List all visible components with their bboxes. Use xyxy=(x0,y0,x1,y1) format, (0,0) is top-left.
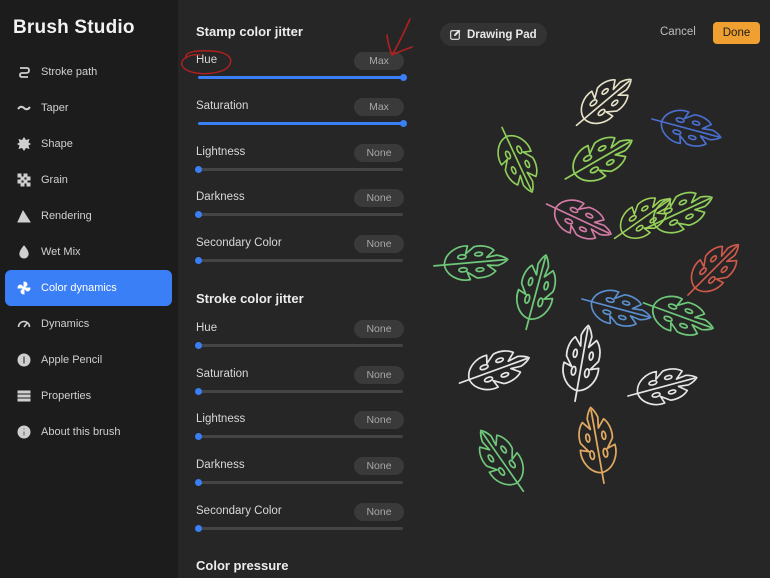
stroke-hue-value[interactable]: None xyxy=(354,320,404,338)
sidebar-item-label: Shape xyxy=(41,138,73,150)
stroke-hue-label: Hue xyxy=(196,322,218,334)
wet-mix-icon xyxy=(17,245,31,259)
drawing-pad-button[interactable]: Drawing Pad xyxy=(440,23,547,46)
stroke-lightness-slider[interactable] xyxy=(195,433,403,440)
slider-thumb[interactable] xyxy=(195,211,202,218)
stamp-hue-slider[interactable] xyxy=(198,74,407,81)
done-button[interactable]: Done xyxy=(713,22,760,44)
stroke-saturation-label: Saturation xyxy=(196,368,249,380)
sidebar-item-apple-pencil[interactable]: Apple Pencil xyxy=(5,342,172,378)
slider-thumb[interactable] xyxy=(400,120,407,127)
settings-panel: Stamp color jitter Hue Max Saturation Ma… xyxy=(178,0,423,578)
sidebar-item-shape[interactable]: Shape xyxy=(5,126,172,162)
sidebar-item-label: About this brush xyxy=(41,426,121,438)
stamp-darkness-value[interactable]: None xyxy=(354,189,404,207)
properties-icon xyxy=(17,389,31,403)
stroke-lightness-value[interactable]: None xyxy=(354,411,404,429)
slider-fill xyxy=(198,76,403,79)
stamp-lightness-slider[interactable] xyxy=(195,166,403,173)
stamp-saturation-label: Saturation xyxy=(196,100,249,112)
sidebar-item-label: Properties xyxy=(41,390,92,402)
app-title: Brush Studio xyxy=(13,17,135,38)
stroke-secondary-color-label: Secondary Color xyxy=(196,505,282,517)
stamp-saturation-value[interactable]: Max xyxy=(354,98,404,116)
stamp-lightness-label: Lightness xyxy=(196,146,246,158)
stroke-darkness-value[interactable]: None xyxy=(354,457,404,475)
sidebar-item-about[interactable]: About this brush xyxy=(5,414,172,450)
slider-thumb[interactable] xyxy=(195,388,202,395)
stamp-hue-value[interactable]: Max xyxy=(354,52,404,70)
rendering-icon xyxy=(17,209,31,223)
shape-icon xyxy=(17,137,31,151)
sidebar-item-label: Apple Pencil xyxy=(41,354,103,366)
stroke-path-icon xyxy=(17,65,31,79)
stamp-secondary-color-value[interactable]: None xyxy=(354,235,404,253)
slider-thumb[interactable] xyxy=(195,479,202,486)
stroke-darkness-slider[interactable] xyxy=(195,479,403,486)
stroke-secondary-color-value[interactable]: None xyxy=(354,503,404,521)
stamp-lightness-value[interactable]: None xyxy=(354,144,404,162)
sidebar-item-wet-mix[interactable]: Wet Mix xyxy=(5,234,172,270)
stamp-hue-label: Hue xyxy=(196,54,218,66)
sidebar-item-label: Wet Mix xyxy=(41,246,81,258)
stamp-saturation-slider[interactable] xyxy=(198,120,407,127)
stroke-secondary-color-slider[interactable] xyxy=(195,525,403,532)
slider-thumb[interactable] xyxy=(195,525,202,532)
stamp-darkness-label: Darkness xyxy=(196,191,245,203)
slider-thumb[interactable] xyxy=(195,166,202,173)
stroke-color-jitter-title: Stroke color jitter xyxy=(196,291,304,306)
edit-icon xyxy=(450,29,461,40)
sidebar-item-properties[interactable]: Properties xyxy=(5,378,172,414)
slider-thumb[interactable] xyxy=(195,257,202,264)
sidebar-item-taper[interactable]: Taper xyxy=(5,90,172,126)
taper-icon xyxy=(17,101,31,115)
sidebar-item-rendering[interactable]: Rendering xyxy=(5,198,172,234)
about-icon xyxy=(17,425,31,439)
color-pressure-title: Color pressure xyxy=(196,558,289,573)
stroke-saturation-slider[interactable] xyxy=(195,388,403,395)
slider-thumb[interactable] xyxy=(400,74,407,81)
sidebar-item-label: Rendering xyxy=(41,210,92,222)
sidebar-item-label: Color dynamics xyxy=(41,282,117,294)
drawing-pad-label: Drawing Pad xyxy=(467,28,537,41)
stamp-secondary-color-slider[interactable] xyxy=(195,257,403,264)
sidebar-item-grain[interactable]: Grain xyxy=(5,162,172,198)
sidebar-item-label: Taper xyxy=(41,102,69,114)
cancel-button[interactable]: Cancel xyxy=(660,26,696,38)
sidebar: Brush Studio Stroke path Taper Shape Gra… xyxy=(0,0,178,578)
sidebar-item-label: Dynamics xyxy=(41,318,90,330)
color-dynamics-icon xyxy=(17,281,31,295)
drawing-pad[interactable]: Drawing Pad Cancel Done xyxy=(423,0,770,578)
sidebar-item-label: Stroke path xyxy=(41,66,98,78)
dynamics-icon xyxy=(17,317,31,331)
sidebar-item-dynamics[interactable]: Dynamics xyxy=(5,306,172,342)
stroke-darkness-label: Darkness xyxy=(196,459,245,471)
leaf-drawing xyxy=(431,66,751,502)
slider-fill xyxy=(198,122,403,125)
sidebar-item-color-dynamics[interactable]: Color dynamics xyxy=(5,270,172,306)
stamp-color-jitter-title: Stamp color jitter xyxy=(196,24,303,39)
apple-pencil-icon xyxy=(17,353,31,367)
sidebar-item-stroke-path[interactable]: Stroke path xyxy=(5,54,172,90)
stamp-darkness-slider[interactable] xyxy=(195,211,403,218)
grain-icon xyxy=(17,173,31,187)
stamp-secondary-color-label: Secondary Color xyxy=(196,237,282,249)
stroke-hue-slider[interactable] xyxy=(195,342,403,349)
slider-thumb[interactable] xyxy=(195,342,202,349)
stroke-lightness-label: Lightness xyxy=(196,413,246,425)
stroke-saturation-value[interactable]: None xyxy=(354,366,404,384)
slider-thumb[interactable] xyxy=(195,433,202,440)
sidebar-item-label: Grain xyxy=(41,174,68,186)
